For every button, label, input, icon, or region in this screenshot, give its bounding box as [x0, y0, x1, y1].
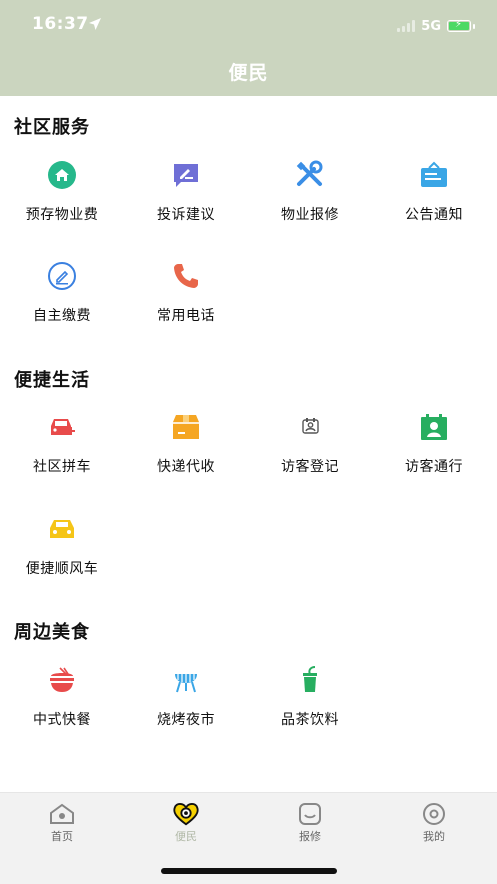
home-tab-icon	[48, 801, 76, 827]
grid-item-tea-drinks[interactable]: 品茶饮料	[248, 665, 372, 755]
grid-item-announcement[interactable]: 公告通知	[372, 160, 496, 250]
tab-label: 便民	[175, 830, 197, 843]
grid-item-chinese-fast-food[interactable]: 中式快餐	[0, 665, 124, 755]
section-title-convenient-life: 便捷生活	[14, 370, 90, 391]
grid-item-express-collection[interactable]: 快递代收	[124, 412, 248, 502]
grill-icon	[171, 665, 201, 695]
grid-item-label: 烧烤夜市	[157, 712, 215, 728]
grid-item-label: 中式快餐	[33, 712, 91, 728]
pen-circle-icon	[47, 261, 77, 291]
status-indicators: 5G ⚡	[397, 17, 475, 35]
visitor-card-icon	[295, 412, 325, 442]
grid-item-label: 物业报修	[281, 207, 339, 223]
notice-board-icon	[419, 160, 449, 190]
location-arrow-icon	[88, 16, 102, 35]
grid-item-label: 常用电话	[157, 308, 215, 324]
grid-item-label: 社区拼车	[33, 459, 91, 475]
grid-item-complaint[interactable]: 投诉建议	[124, 160, 248, 250]
tab-label: 我的	[423, 830, 445, 843]
page-title: 便民	[228, 62, 269, 84]
section-title-nearby-food: 周边美食	[14, 622, 90, 643]
header-bar: 16:37 5G ⚡ 便民	[0, 0, 497, 96]
convenience-tab-icon	[172, 801, 200, 827]
battery-icon: ⚡	[447, 19, 471, 32]
tab-label: 报修	[299, 830, 321, 843]
section-title-community-service: 社区服务	[14, 117, 90, 138]
grid-item-common-phone[interactable]: 常用电话	[124, 261, 248, 351]
tab-label: 首页	[51, 830, 73, 843]
drink-cup-icon	[295, 665, 325, 695]
phone-icon	[171, 261, 201, 291]
grid-item-property-repair[interactable]: 物业报修	[248, 160, 372, 250]
profile-tab-icon	[420, 801, 448, 827]
grid-item-label: 快递代收	[157, 459, 215, 475]
package-box-icon	[171, 412, 201, 442]
edit-note-icon	[171, 160, 201, 190]
wrench-tools-icon	[295, 160, 325, 190]
tab-convenience[interactable]: 便民	[124, 793, 248, 853]
tab-home[interactable]: 首页	[0, 793, 124, 853]
visitor-pass-icon	[419, 412, 449, 442]
grid-item-prepay-property-fee[interactable]: 预存物业费	[0, 160, 124, 250]
car-plus-icon	[47, 412, 77, 442]
grid-item-self-payment[interactable]: 自主缴费	[0, 261, 124, 351]
tab-profile[interactable]: 我的	[372, 793, 496, 853]
car-front-icon	[47, 514, 77, 544]
tab-repair[interactable]: 报修	[248, 793, 372, 853]
grid-item-label: 访客通行	[405, 459, 463, 475]
signal-icon	[397, 20, 416, 32]
grid-item-label: 访客登记	[281, 459, 339, 475]
battery-cap	[473, 23, 475, 29]
grid-item-bbq-night-market[interactable]: 烧烤夜市	[124, 665, 248, 755]
grid-item-label: 预存物业费	[25, 207, 99, 223]
rice-bowl-icon	[47, 665, 77, 695]
status-time: 16:37	[32, 14, 89, 34]
network-label: 5G	[421, 18, 441, 34]
grid-item-carpool[interactable]: 社区拼车	[0, 412, 124, 502]
grid-item-visitor-access[interactable]: 访客通行	[372, 412, 496, 502]
status-bar: 16:37 5G ⚡	[0, 0, 497, 52]
grid-item-label: 公告通知	[405, 207, 463, 223]
grid-item-label: 品茶饮料	[281, 712, 339, 728]
home-circle-icon	[47, 160, 77, 190]
grid-item-label: 投诉建议	[157, 207, 215, 223]
grid-item-visitor-registration[interactable]: 访客登记	[248, 412, 372, 502]
home-indicator	[161, 868, 337, 874]
grid-item-ride-share[interactable]: 便捷顺风车	[0, 514, 124, 604]
grid-item-label: 便捷顺风车	[25, 561, 99, 577]
repair-tab-icon	[296, 801, 324, 827]
grid-item-label: 自主缴费	[33, 308, 91, 324]
